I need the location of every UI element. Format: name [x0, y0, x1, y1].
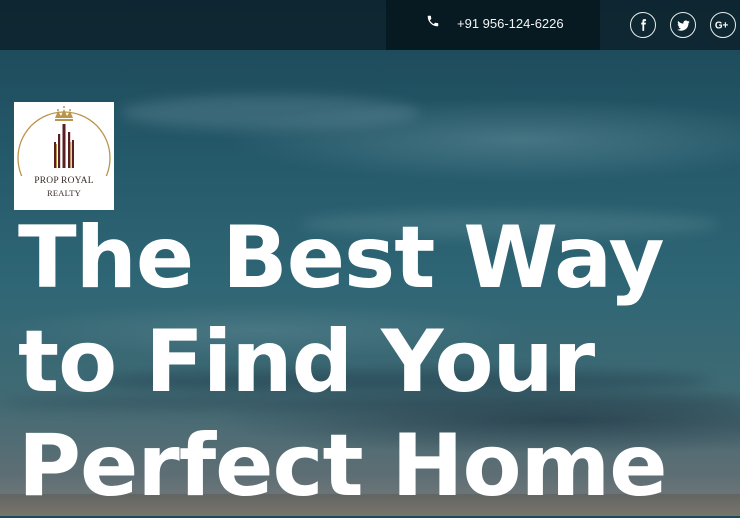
- google-plus-icon: G+: [715, 21, 729, 32]
- headline-line-3: Perfect Home: [18, 416, 668, 516]
- cloud: [120, 95, 420, 130]
- phone-icon: [427, 15, 439, 27]
- phone-number[interactable]: +91 956-124-6226: [457, 16, 564, 31]
- phone-contact[interactable]: +91 956-124-6226: [386, 0, 600, 50]
- twitter-icon: [676, 19, 690, 31]
- google-plus-link[interactable]: G+: [710, 12, 736, 38]
- logo-text-line2: REALTY: [47, 188, 81, 198]
- facebook-icon: [641, 19, 646, 31]
- svg-text:G+: G+: [715, 21, 729, 32]
- headline-line-1: The Best Way: [18, 208, 665, 308]
- hero-headline: The Best Way to Find Your Perfect Home: [18, 206, 740, 518]
- logo-text-line1: PROP ROYAL: [34, 176, 94, 186]
- twitter-link[interactable]: [670, 12, 696, 38]
- brand-logo[interactable]: PROP ROYAL REALTY: [14, 102, 114, 210]
- top-bar: +91 956-124-6226 G+: [0, 0, 740, 50]
- crown-tower-logo-icon: [17, 106, 111, 176]
- headline-line-2: to Find Your: [18, 312, 595, 412]
- facebook-link[interactable]: [630, 12, 656, 38]
